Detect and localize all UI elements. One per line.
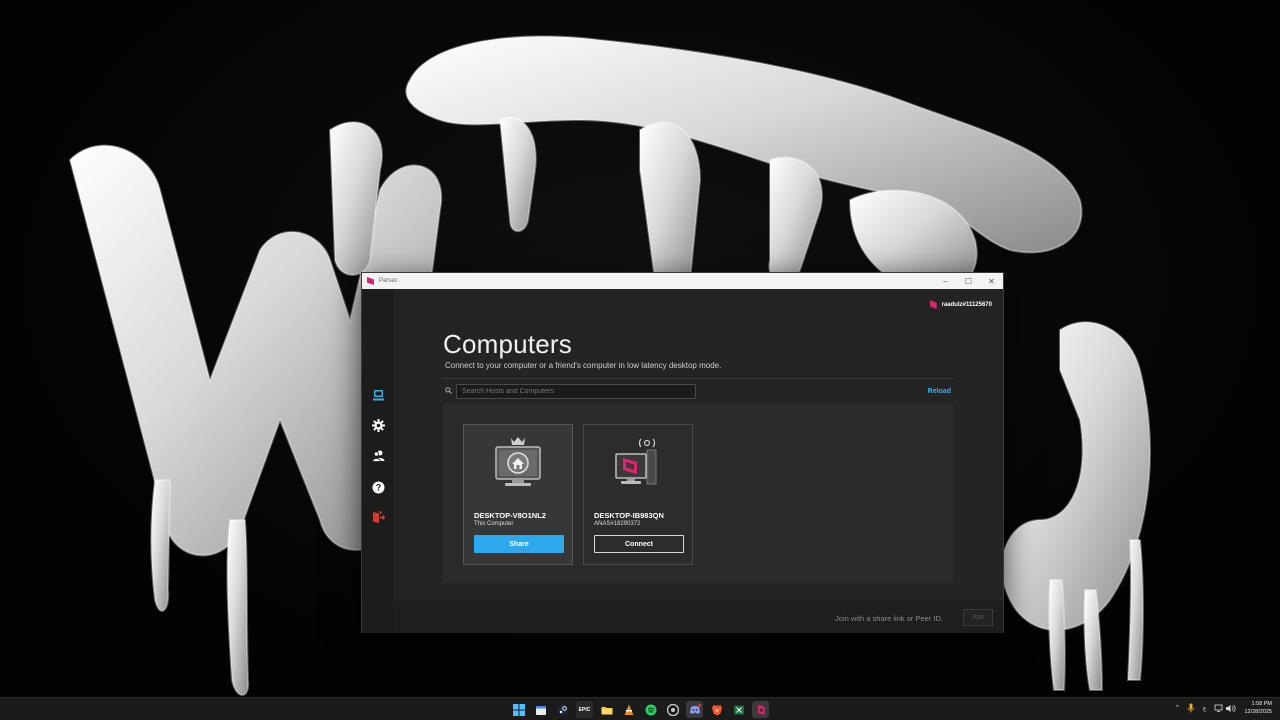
window-controls: – ☐ ✕ — [934, 273, 1003, 289]
friends-icon — [371, 450, 384, 462]
sidebar-item-help[interactable]: ? — [370, 479, 386, 495]
username: raadulz#11125670 — [941, 301, 992, 308]
epic-games-icon[interactable]: EPIC — [576, 701, 593, 718]
svg-text:?: ? — [375, 482, 381, 492]
computer-subtitle: ANAS#18290372 — [594, 521, 641, 527]
computers-page: Computers Connect to your computer or a … — [394, 323, 1003, 601]
computer-card[interactable]: DESKTOP-IB983QN ANAS#18290372 Connect — [583, 424, 693, 565]
excel-icon[interactable] — [730, 701, 747, 718]
spotify-icon[interactable] — [642, 701, 659, 718]
taskbar: EPIC ^ ع 1:58 PM 12/28/2025 — [0, 697, 1280, 720]
sidebar-item-friends[interactable] — [370, 447, 386, 463]
sidebar: ? — [362, 289, 394, 633]
minimize-button[interactable]: – — [934, 273, 957, 289]
join-footer: Join with a share link or Peer ID. Join — [394, 601, 1003, 633]
logout-icon — [372, 510, 385, 523]
computer-icon — [372, 389, 384, 400]
computer-subtitle: This Computer — [474, 521, 514, 527]
host-thumbnail — [584, 425, 692, 507]
microphone-icon[interactable] — [1187, 703, 1195, 713]
sidebar-item-logout[interactable] — [370, 509, 386, 525]
page-title: Computers — [443, 329, 572, 359]
clock[interactable]: 1:58 PM 12/28/2025 — [1244, 700, 1272, 716]
close-button[interactable]: ✕ — [980, 273, 1003, 289]
chrome-icon[interactable] — [664, 701, 681, 718]
parsec-user-icon — [929, 300, 937, 309]
vlc-icon[interactable] — [620, 701, 637, 718]
language-indicator[interactable]: ع — [1203, 705, 1207, 712]
computers-grid: DESKTOP-V8O1NL2 This Computer Share DESK… — [443, 403, 953, 583]
divider — [443, 378, 953, 379]
search-icon — [445, 387, 452, 394]
page-subtitle: Connect to your computer or a friend's c… — [445, 361, 722, 370]
parsec-icon[interactable] — [752, 701, 769, 718]
brave-icon[interactable] — [708, 701, 725, 718]
clock-date: 12/28/2025 — [1244, 709, 1272, 715]
remote-computer-icon — [615, 438, 657, 485]
gear-icon — [371, 418, 385, 432]
parsec-logo-icon — [367, 277, 374, 285]
parsec-window: Parsec – ☐ ✕ ? raadulz#11125670 Computer… — [361, 272, 1004, 633]
chevron-up-icon[interactable]: ^ — [1176, 705, 1179, 711]
user-menu[interactable]: raadulz#11125670 — [929, 300, 992, 309]
computer-name: DESKTOP-V8O1NL2 — [474, 511, 546, 520]
network-volume-icon[interactable] — [1214, 704, 1237, 713]
top-bar: raadulz#11125670 — [394, 289, 1003, 323]
steam-icon[interactable] — [554, 701, 571, 718]
search-input[interactable] — [456, 384, 696, 399]
host-thumbnail — [464, 425, 572, 507]
connect-button[interactable]: Connect — [594, 535, 684, 553]
window-title: Parsec — [379, 278, 398, 284]
join-hint: Join with a share link or Peer ID. — [835, 614, 943, 623]
clock-time: 1:58 PM — [1251, 701, 1272, 707]
reload-button[interactable]: Reload — [928, 388, 951, 395]
sidebar-item-computers[interactable] — [370, 387, 386, 403]
home-computer-icon — [495, 437, 541, 486]
discord-icon[interactable] — [686, 701, 703, 718]
taskbar-apps: EPIC — [510, 701, 769, 718]
share-button[interactable]: Share — [474, 535, 564, 553]
file-explorer-icon[interactable] — [598, 701, 615, 718]
help-icon: ? — [372, 481, 384, 493]
system-tray: ^ ع 1:58 PM 12/28/2025 — [1176, 700, 1272, 716]
join-button[interactable]: Join — [963, 609, 993, 626]
computer-card[interactable]: DESKTOP-V8O1NL2 This Computer Share — [463, 424, 573, 565]
windows-start-icon[interactable] — [510, 701, 527, 718]
computer-name: DESKTOP-IB983QN — [594, 511, 664, 520]
maximize-button[interactable]: ☐ — [957, 273, 980, 289]
calendar-icon[interactable] — [532, 701, 549, 718]
window-titlebar[interactable]: Parsec – ☐ ✕ — [362, 273, 1003, 289]
sidebar-item-settings[interactable] — [370, 417, 386, 433]
